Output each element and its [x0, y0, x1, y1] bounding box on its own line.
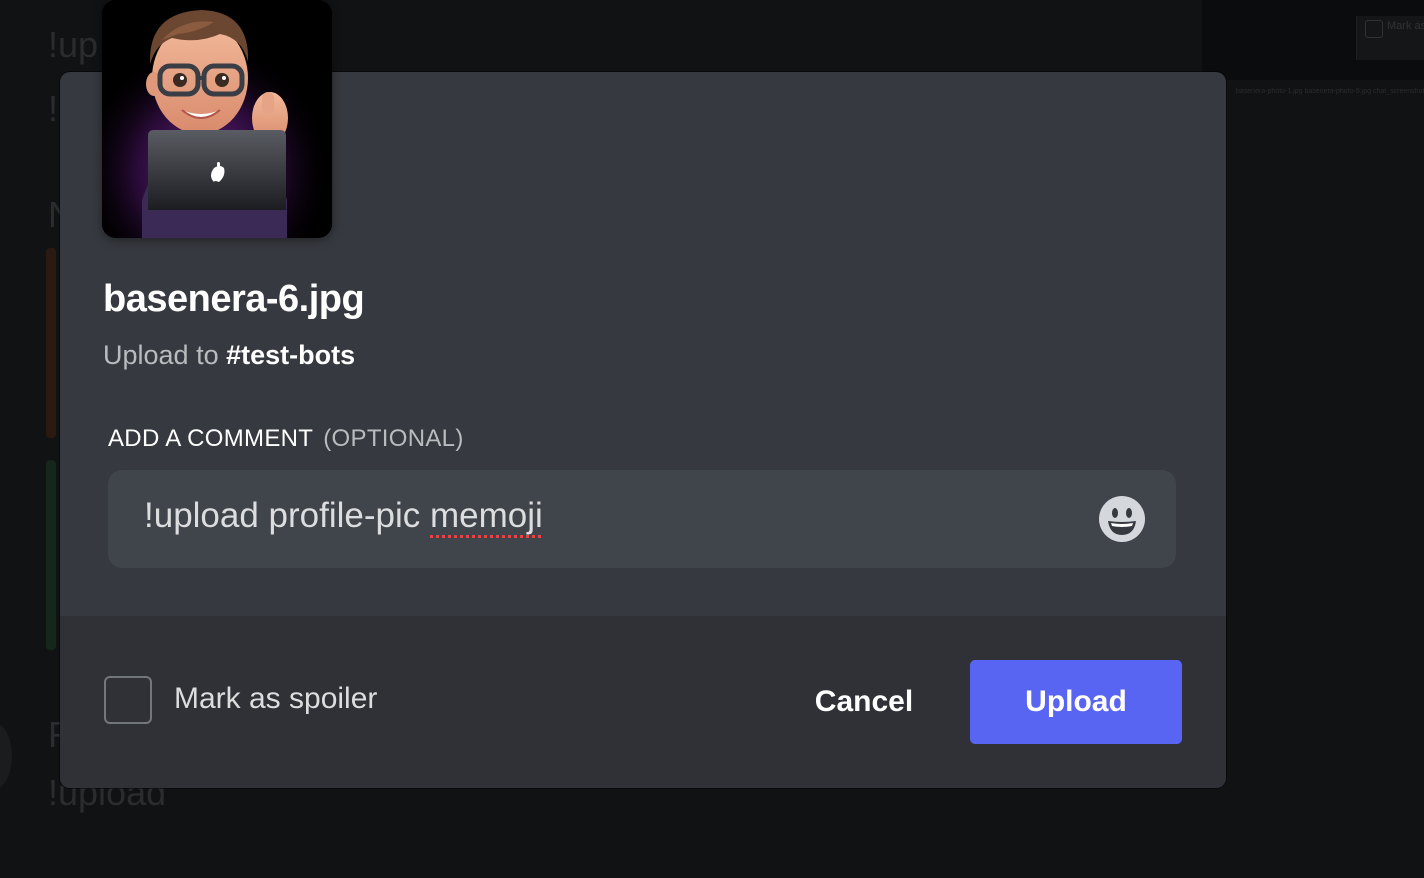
comment-input-value[interactable]: !upload profile-pic memoji — [144, 496, 543, 536]
upload-destination: Upload to #test-bots — [103, 340, 355, 371]
background-embed-bar — [46, 460, 56, 650]
comment-label-text: ADD A COMMENT — [108, 425, 314, 452]
comment-text-misspelled: memoji — [430, 496, 543, 535]
memoji-image — [102, 0, 332, 238]
grinning-face-icon[interactable] — [1097, 494, 1147, 544]
background-checkbox — [1365, 20, 1383, 38]
background-message: !up — [48, 24, 99, 65]
emoji-picker-icon — [1099, 496, 1145, 542]
comment-text-plain: !upload profile-pic — [144, 496, 430, 535]
upload-modal: basenera-6.jpg Upload to #test-bots ADD … — [60, 0, 1226, 788]
upload-button[interactable]: Upload — [970, 660, 1182, 744]
background-spoiler-option: Mark as — [1356, 16, 1424, 60]
cancel-button[interactable]: Cancel — [800, 660, 928, 744]
channel-name: #test-bots — [226, 340, 356, 370]
comment-optional-text: (OPTIONAL) — [323, 425, 464, 452]
spoiler-label[interactable]: Mark as spoiler — [174, 682, 377, 716]
comment-input[interactable]: !upload profile-pic memoji — [108, 470, 1176, 568]
spoiler-checkbox[interactable] — [104, 676, 152, 724]
background-spoiler-label: Mark as — [1387, 20, 1424, 32]
comment-label: ADD A COMMENT (OPTIONAL) — [108, 425, 464, 453]
file-name: basenera-6.jpg — [103, 278, 365, 320]
background-tabs: basenera-photo-1.jpg basenera-photo-5.jp… — [1236, 88, 1424, 95]
file-thumbnail — [102, 0, 332, 238]
upload-to-prefix: Upload to — [103, 340, 219, 370]
background-embed-bar — [46, 248, 56, 438]
background-avatar — [0, 722, 12, 790]
background-message: ! — [48, 88, 59, 129]
